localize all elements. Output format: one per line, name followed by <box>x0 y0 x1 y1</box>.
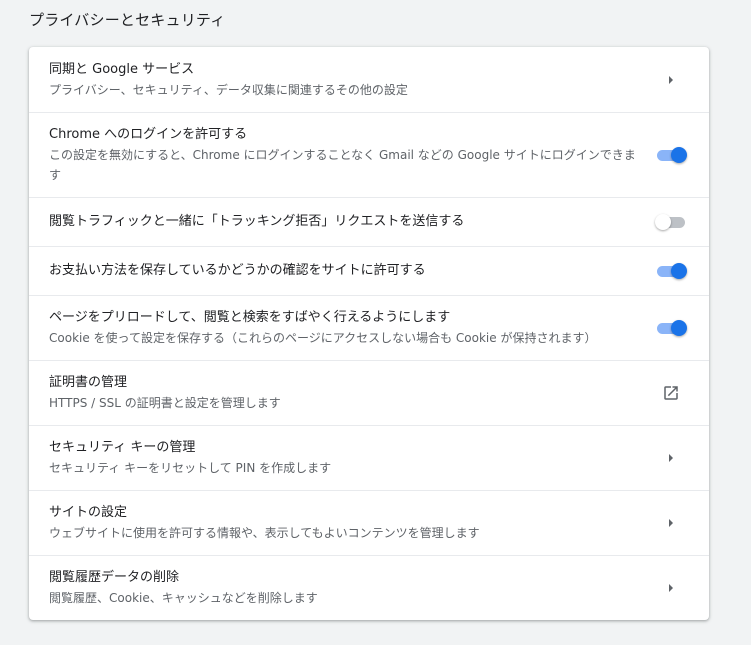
row-label: ページをプリロードして、閲覧と検索をすばやく行えるようにします <box>49 310 451 325</box>
row-label: セキュリティ キーの管理 <box>49 440 196 455</box>
row-label: 閲覧トラフィックと一緒に「トラッキング拒否」リクエストを送信する <box>49 214 465 229</box>
row-label: お支払い方法を保存しているかどうかの確認をサイトに許可する <box>49 263 426 278</box>
row-label: 証明書の管理 <box>49 375 128 390</box>
row-label: Chrome へのログインを許可する <box>49 127 248 142</box>
settings-page: プライバシーとセキュリティ 同期と Google サービス プライバシー、セキュ… <box>0 0 751 645</box>
security-keys-row[interactable]: セキュリティ キーの管理 セキュリティ キーをリセットして PIN を作成します <box>29 425 709 490</box>
allow-chrome-signin-row[interactable]: Chrome へのログインを許可する この設定を無効にすると、Chrome にロ… <box>29 112 709 197</box>
arrow-right-icon[interactable] <box>655 583 687 593</box>
preload-pages-toggle[interactable] <box>655 320 687 336</box>
allow-chrome-signin-toggle[interactable] <box>655 147 687 163</box>
sync-google-services-row[interactable]: 同期と Google サービス プライバシー、セキュリティ、データ収集に関連する… <box>29 47 709 112</box>
arrow-right-icon[interactable] <box>655 453 687 463</box>
row-sublabel: ウェブサイトに使用を許可する情報や、表示してもよいコンテンツを管理します <box>49 526 480 540</box>
privacy-security-card: 同期と Google サービス プライバシー、セキュリティ、データ収集に関連する… <box>29 47 709 620</box>
payment-methods-check-toggle[interactable] <box>655 263 687 279</box>
row-sublabel: HTTPS / SSL の証明書と設定を管理します <box>49 396 281 410</box>
payment-methods-check-row[interactable]: お支払い方法を保存しているかどうかの確認をサイトに許可する <box>29 246 709 295</box>
open-in-new-icon[interactable] <box>655 384 687 402</box>
row-label: サイトの設定 <box>49 505 128 520</box>
row-sublabel: 閲覧履歴、Cookie、キャッシュなどを削除します <box>49 591 318 605</box>
row-sublabel: この設定を無効にすると、Chrome にログインすることなく Gmail などの… <box>49 148 636 182</box>
row-label: 閲覧履歴データの削除 <box>49 570 180 585</box>
arrow-right-icon[interactable] <box>655 75 687 85</box>
manage-certificates-row[interactable]: 証明書の管理 HTTPS / SSL の証明書と設定を管理します <box>29 360 709 425</box>
row-label: 同期と Google サービス <box>49 61 195 77</box>
row-sublabel: プライバシー、セキュリティ、データ収集に関連するその他の設定 <box>49 82 408 97</box>
row-sublabel: セキュリティ キーをリセットして PIN を作成します <box>49 461 332 475</box>
section-title: プライバシーとセキュリティ <box>29 11 226 29</box>
site-settings-row[interactable]: サイトの設定 ウェブサイトに使用を許可する情報や、表示してもよいコンテンツを管理… <box>29 490 709 555</box>
arrow-right-icon[interactable] <box>655 518 687 528</box>
preload-pages-row[interactable]: ページをプリロードして、閲覧と検索をすばやく行えるようにします Cookie を… <box>29 295 709 360</box>
do-not-track-toggle[interactable] <box>655 214 687 230</box>
do-not-track-row[interactable]: 閲覧トラフィックと一緒に「トラッキング拒否」リクエストを送信する <box>29 197 709 246</box>
row-sublabel: Cookie を使って設定を保存する（これらのページにアクセスしない場合も Co… <box>49 331 597 345</box>
clear-browsing-data-row[interactable]: 閲覧履歴データの削除 閲覧履歴、Cookie、キャッシュなどを削除します <box>29 555 709 620</box>
